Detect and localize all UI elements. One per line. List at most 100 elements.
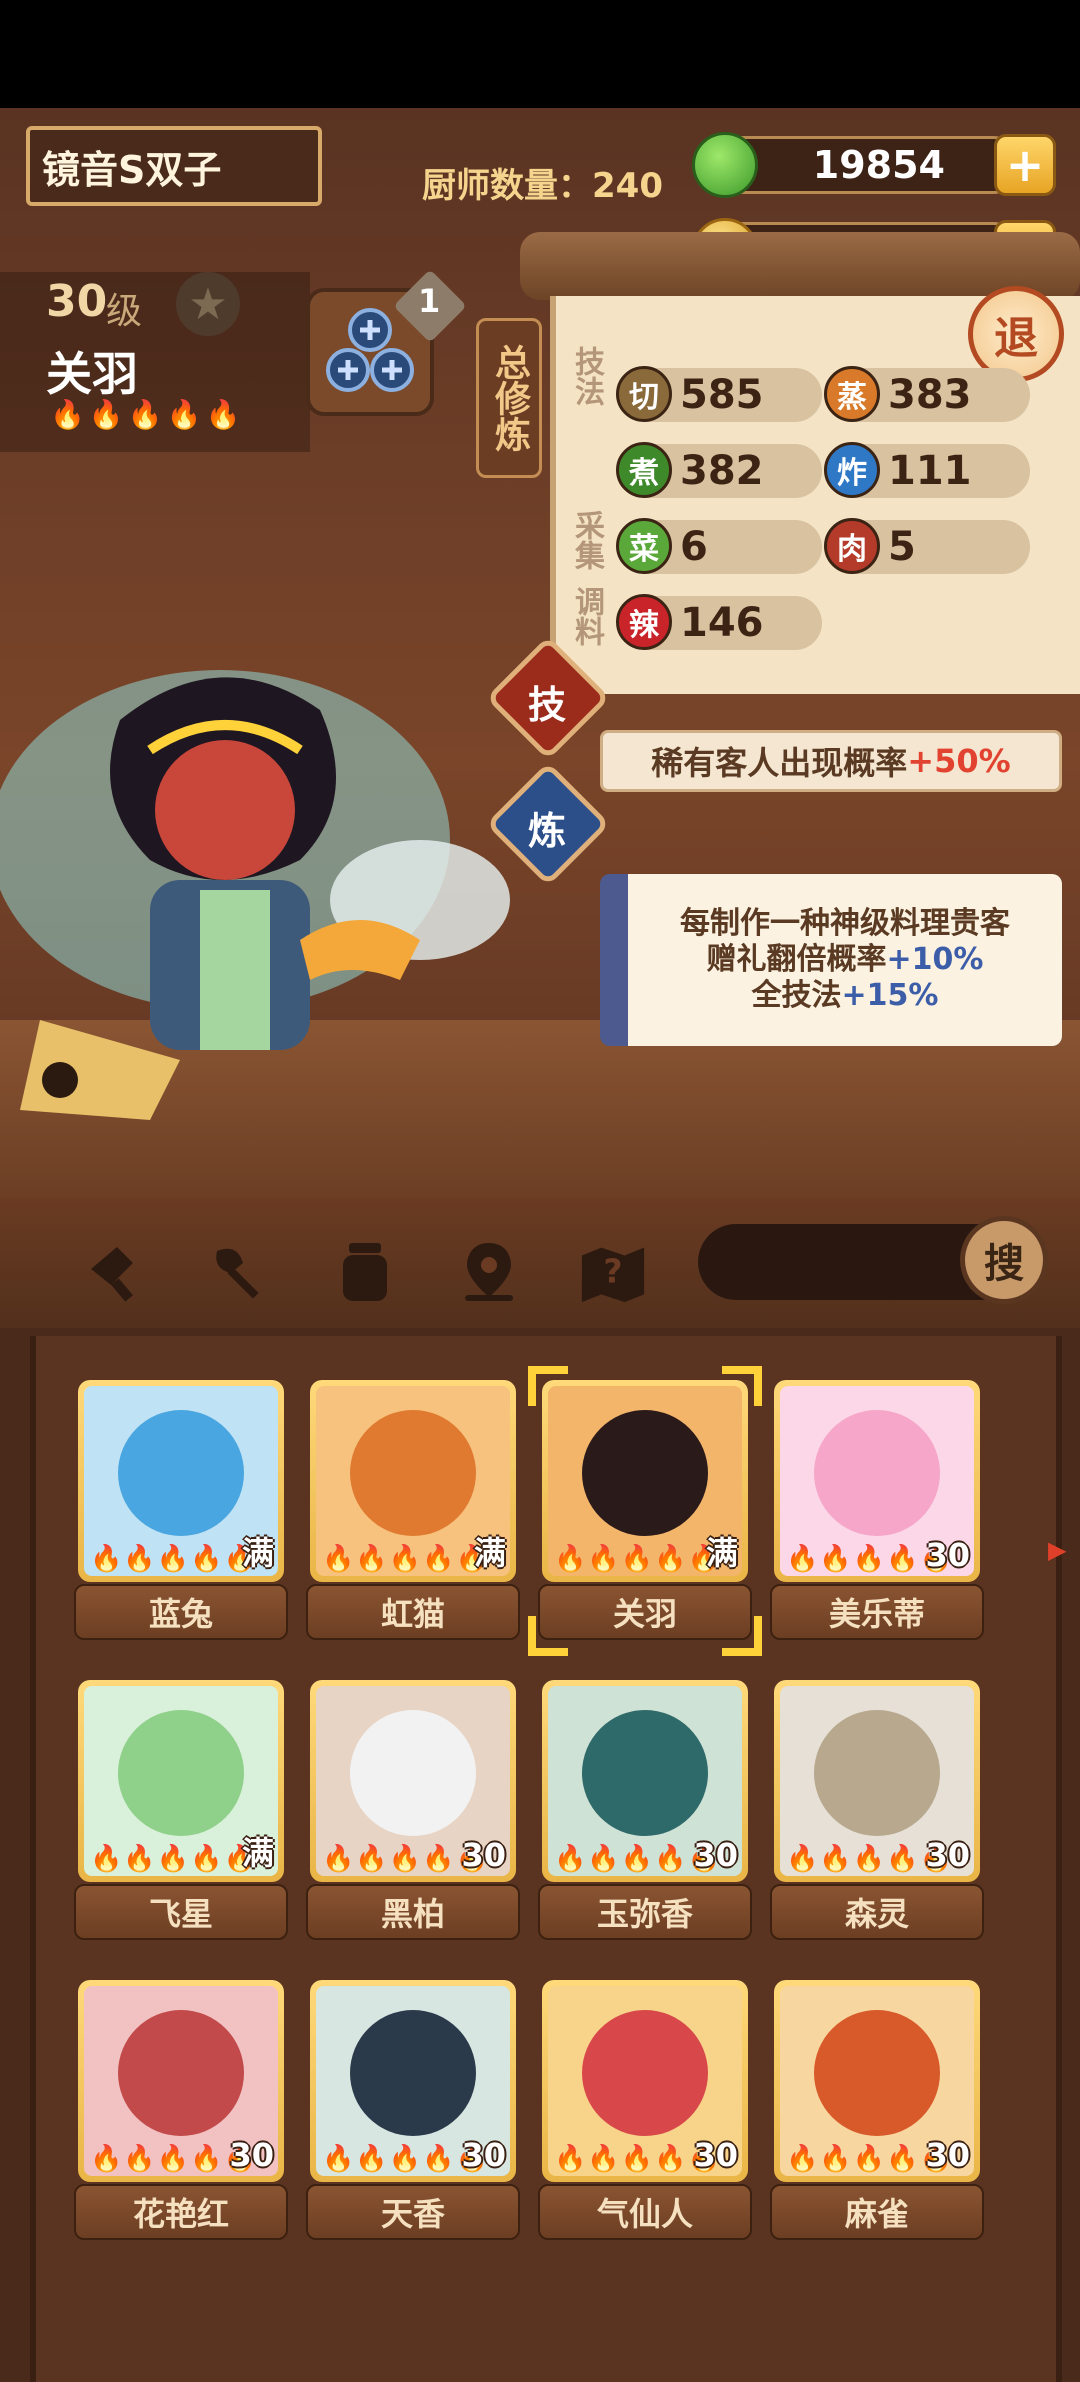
refine-line-3: 全技法+15% [751, 978, 939, 1013]
equipment-count: 1 [418, 282, 441, 320]
chef-avatar [582, 1710, 708, 1837]
location-pin-icon[interactable] [454, 1236, 524, 1306]
chef-portrait: 🔥🔥🔥🔥🔥 满 [316, 1386, 510, 1576]
svg-text:?: ? [603, 1252, 622, 1291]
chef-card[interactable]: 🔥🔥🔥🔥🔥 30 [774, 1980, 980, 2182]
stat-icon: 蒸 [824, 366, 880, 422]
selection-corner [722, 1616, 762, 1656]
selection-corner [528, 1366, 568, 1406]
chef-card-level-badge: 30 [693, 1836, 738, 1874]
status-bar [0, 0, 1080, 108]
chef-card[interactable]: 🔥🔥🔥🔥🔥 30 [774, 1380, 980, 1582]
chef-avatar [350, 1410, 476, 1537]
chef-card[interactable]: 🔥🔥🔥🔥🔥 满 [78, 1380, 284, 1582]
chef-card[interactable]: 🔥🔥🔥🔥🔥 30 [542, 1980, 748, 2182]
skill-tab-label: 技 [528, 683, 567, 727]
jade-amount: 19854 [712, 136, 1022, 194]
chef-card[interactable]: 🔥🔥🔥🔥🔥 满 [542, 1380, 748, 1582]
chef-card[interactable]: 🔥🔥🔥🔥🔥 满 [78, 1680, 284, 1882]
chef-portrait: 🔥🔥🔥🔥🔥 满 [84, 1686, 278, 1876]
chef-portrait: 🔥🔥🔥🔥🔥 30 [780, 1686, 974, 1876]
chef-avatar [118, 1410, 244, 1537]
skill-bonus-value: +50% [907, 742, 1011, 780]
chef-level-unit: 级 [106, 291, 143, 332]
chef-card-name[interactable]: 黑柏 [306, 1884, 520, 1940]
total-cultivation-tab[interactable]: 总修炼 [476, 318, 542, 478]
chef-avatar [118, 1710, 244, 1837]
chef-rarity-flames: 🔥🔥🔥🔥🔥 [50, 398, 245, 431]
chef-card-level-badge: 满 [705, 1534, 738, 1572]
chef-card-level-badge: 30 [925, 1536, 970, 1574]
chef-avatar [118, 2010, 244, 2137]
chef-card-level-badge: 满 [473, 1534, 506, 1572]
chef-card-name[interactable]: 森灵 [770, 1884, 984, 1940]
chef-card-name[interactable]: 玉弥香 [538, 1884, 752, 1940]
refine-line-1: 每制作一种神级料理贵客 [680, 906, 1010, 941]
stat-icon: 菜 [616, 518, 672, 574]
chef-card-name[interactable]: 蓝兔 [74, 1584, 288, 1640]
chef-avatar [582, 1410, 708, 1537]
chef-portrait: 🔥🔥🔥🔥🔥 30 [316, 1986, 510, 2176]
chef-card[interactable]: 🔥🔥🔥🔥🔥 30 [774, 1680, 980, 1882]
chef-card[interactable]: 🔥🔥🔥🔥🔥 30 [78, 1980, 284, 2182]
chef-card-level-badge: 30 [229, 2136, 274, 2174]
stat-icon: 肉 [824, 518, 880, 574]
chef-card[interactable]: 🔥🔥🔥🔥🔥 30 [310, 1980, 516, 2182]
chef-card[interactable]: 🔥🔥🔥🔥🔥 满 [310, 1380, 516, 1582]
chef-card-name[interactable]: 天香 [306, 2184, 520, 2240]
refine-tab-label: 炼 [528, 809, 567, 853]
chef-card[interactable]: 🔥🔥🔥🔥🔥 30 [542, 1680, 748, 1882]
chef-portrait: 🔥🔥🔥🔥🔥 满 [84, 1386, 278, 1576]
chef-card-level-badge: 30 [693, 2136, 738, 2174]
equipment-slots-icon [326, 308, 414, 392]
map-help-icon[interactable]: ? [578, 1236, 648, 1306]
scroll-indicator-arrow: ▶ [1048, 1536, 1067, 1564]
chef-card-name[interactable]: 关羽 [538, 1584, 752, 1640]
chef-avatar [350, 2010, 476, 2137]
chef-card-flames: 🔥🔥🔥🔥🔥 [554, 1544, 721, 1574]
chef-card-level-badge: 30 [461, 2136, 506, 2174]
chef-avatar [814, 2010, 940, 2137]
chef-portrait: 🔥🔥🔥🔥🔥 30 [780, 1986, 974, 2176]
category-seasoning-label: 调料 [569, 586, 604, 646]
chef-card-name[interactable]: 麻雀 [770, 2184, 984, 2240]
chef-portrait: 🔥🔥🔥🔥🔥 30 [316, 1686, 510, 1876]
chef-card-flames: 🔥🔥🔥🔥🔥 [90, 1844, 257, 1874]
refine-bonus-card: 每制作一种神级料理贵客 赠礼翻倍概率+10% 全技法+15% [600, 874, 1062, 1046]
chef-card-level-badge: 30 [925, 2136, 970, 2174]
chef-card-name[interactable]: 气仙人 [538, 2184, 752, 2240]
chef-portrait: 🔥🔥🔥🔥🔥 30 [548, 1986, 742, 2176]
selection-corner [528, 1616, 568, 1656]
stat-icon: 炸 [824, 442, 880, 498]
chef-card[interactable]: 🔥🔥🔥🔥🔥 30 [310, 1680, 516, 1882]
skill-bonus-text: 稀有客人出现概率 [651, 744, 908, 782]
selection-corner [722, 1366, 762, 1406]
chef-card-name[interactable]: 花艳红 [74, 2184, 288, 2240]
meat-cleaver-icon[interactable] [80, 1236, 150, 1306]
chef-avatar [814, 1710, 940, 1837]
chef-card-level-badge: 满 [241, 1534, 274, 1572]
chef-card-level-badge: 30 [461, 1836, 506, 1874]
search-button[interactable]: 搜 [960, 1216, 1048, 1304]
category-gather-label: 采集 [569, 510, 604, 570]
chef-level: 30 [46, 276, 108, 327]
shovel-icon[interactable] [206, 1236, 276, 1306]
chef-card-name[interactable]: 虹猫 [306, 1584, 520, 1640]
chef-card-name[interactable]: 飞星 [74, 1884, 288, 1940]
chef-card-flames: 🔥🔥🔥🔥🔥 [322, 1544, 489, 1574]
jar-icon[interactable] [330, 1236, 400, 1306]
stat-icon: 切 [616, 366, 672, 422]
chef-card-flames: 🔥🔥🔥🔥🔥 [90, 1544, 257, 1574]
star-icon[interactable]: ★ [176, 272, 240, 336]
refine-line-2: 赠礼翻倍概率+10% [706, 942, 984, 977]
add-jade-button[interactable]: + [994, 134, 1056, 196]
team-name-field[interactable]: 镜音S双子 [26, 126, 322, 206]
stat-icon: 煮 [616, 442, 672, 498]
chef-card-name[interactable]: 美乐蒂 [770, 1584, 984, 1640]
chef-portrait: 🔥🔥🔥🔥🔥 30 [780, 1386, 974, 1576]
stat-icon: 辣 [616, 594, 672, 650]
chef-name: 关羽 [46, 347, 138, 401]
chef-avatar [350, 1710, 476, 1837]
jade-icon [692, 132, 758, 198]
chef-portrait: 🔥🔥🔥🔥🔥 30 [548, 1686, 742, 1876]
